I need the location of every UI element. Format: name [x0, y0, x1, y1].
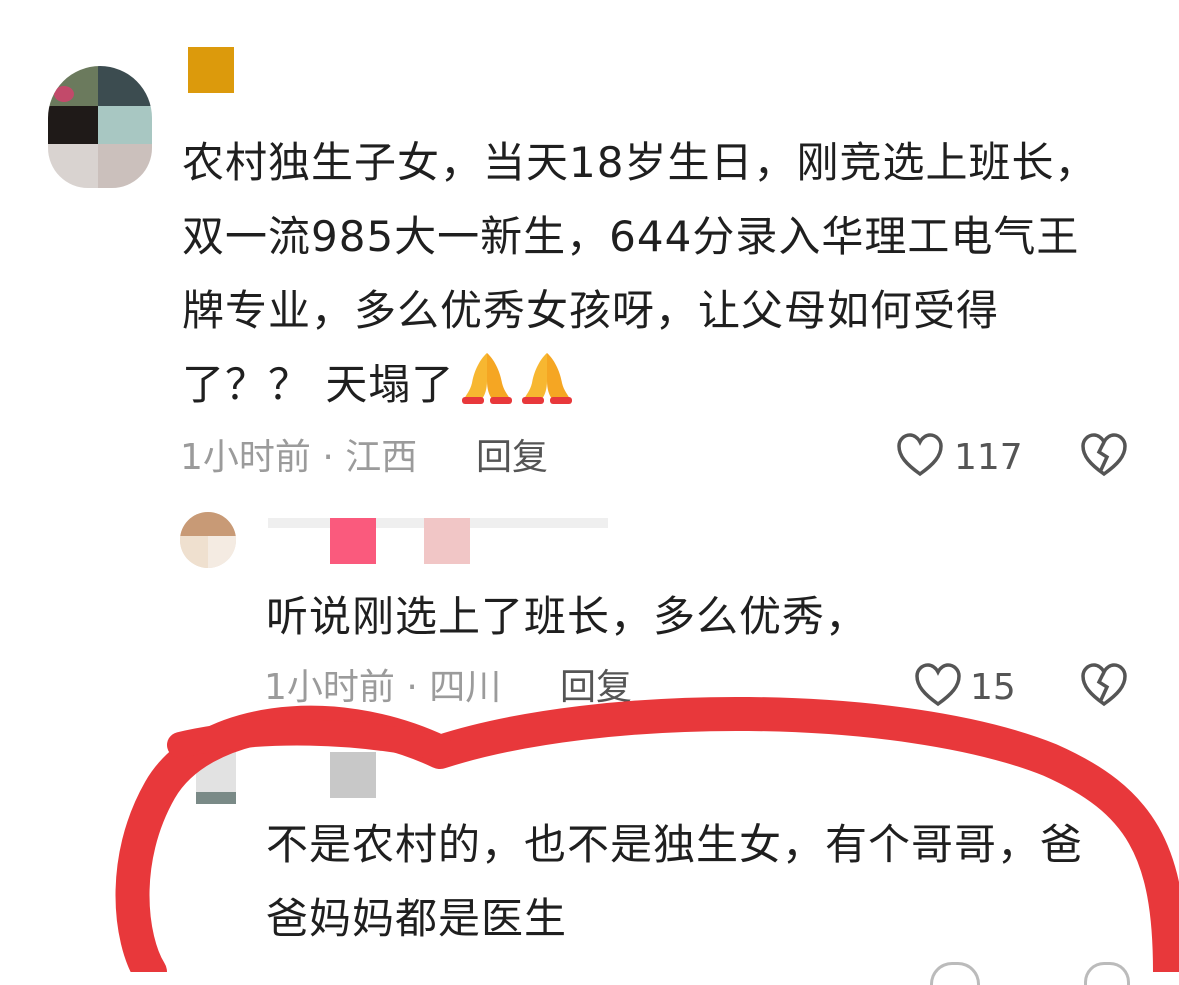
avatar-pixel [180, 512, 236, 536]
reply-button[interactable]: 回复 [476, 436, 548, 480]
pray-emoji [520, 349, 574, 405]
broken-heart-icon[interactable] [1080, 662, 1128, 708]
comment-meta: 1小时前 · 江西 [180, 437, 418, 478]
avatar-pixel [54, 86, 74, 102]
username-redacted[interactable] [330, 752, 376, 798]
heart-icon[interactable] [914, 662, 962, 708]
comment-line-text: 了？？ 天塌了 [182, 360, 455, 409]
avatar[interactable] [196, 752, 236, 804]
avatar[interactable] [180, 512, 236, 568]
avatar-pixel [208, 536, 236, 568]
comment-line: 双一流985大一新生，644分录入华理工电气王 [182, 212, 1080, 261]
avatar-pixel [98, 144, 152, 188]
avatar[interactable] [48, 66, 152, 188]
reply-line: 爸妈妈都是医生 [266, 894, 568, 943]
comment-line: 牌专业，多么优秀女孩呀，让父母如何受得 [182, 286, 1000, 335]
avatar-pixel [196, 792, 236, 804]
reply-text: 听说刚选上了班长，多么优秀， [266, 592, 869, 641]
username-block [424, 518, 470, 564]
avatar-pixel [48, 106, 98, 144]
avatar-pixel [48, 66, 98, 106]
avatar-pixel [98, 66, 152, 106]
broken-heart-icon[interactable] [1080, 432, 1128, 478]
broken-heart-icon[interactable] [1084, 962, 1130, 985]
heart-icon[interactable] [896, 432, 944, 478]
username-redacted[interactable] [188, 47, 234, 93]
pray-emoji [460, 349, 514, 405]
like-count: 117 [954, 437, 1023, 478]
reply-line: 不是农村的，也不是独生女，有个哥哥，爸 [266, 820, 1084, 869]
heart-icon[interactable] [930, 962, 980, 985]
comment-line: 农村独生子女，当天18岁生日，刚竞选上班长， [182, 138, 1098, 187]
reply-text: 不是农村的，也不是独生女，有个哥哥，爸 爸妈妈都是医生 [266, 808, 1146, 956]
comment-line: 了？？ 天塌了 [182, 348, 1142, 422]
username-block [330, 518, 376, 564]
avatar-pixel [48, 144, 98, 188]
like-count: 15 [970, 667, 1016, 708]
avatar-pixel [98, 106, 152, 144]
reply-button[interactable]: 回复 [560, 666, 632, 710]
reply-meta: 1小时前 · 四川 [264, 667, 502, 708]
comment-text: 农村独生子女，当天18岁生日，刚竞选上班长， 双一流985大一新生，644分录入… [182, 126, 1142, 422]
avatar-pixel [180, 536, 208, 568]
avatar-pixel [196, 752, 236, 792]
